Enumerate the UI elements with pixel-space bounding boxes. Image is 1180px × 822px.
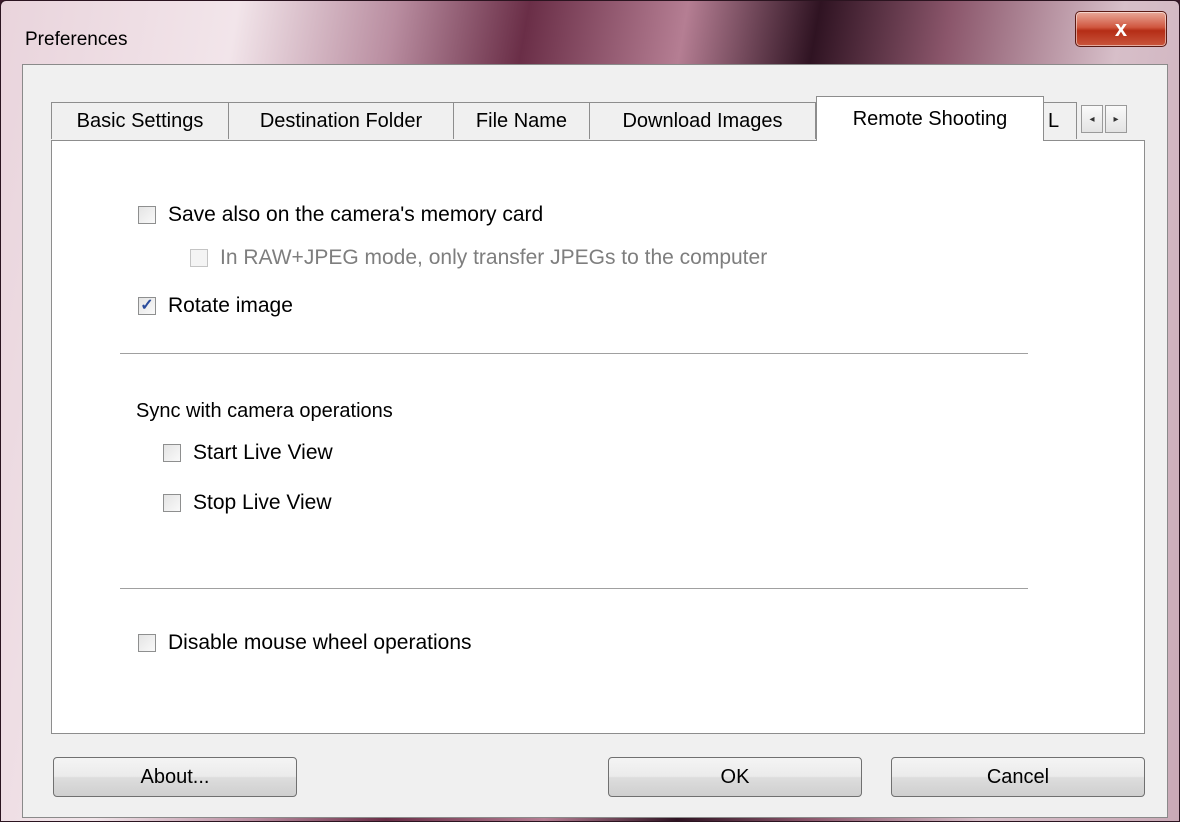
tab-label: Basic Settings xyxy=(76,109,204,132)
checkmark-icon: ✓ xyxy=(140,297,154,314)
close-button[interactable]: x xyxy=(1075,11,1167,47)
stop-live-view-option[interactable]: Stop Live View xyxy=(163,491,332,515)
rotate-image-label: Rotate image xyxy=(168,294,293,317)
raw-jpeg-only-checkbox xyxy=(190,249,208,267)
sync-section-label: Sync with camera operations xyxy=(136,400,393,422)
start-live-view-label: Start Live View xyxy=(193,441,333,464)
disable-mouse-wheel-label: Disable mouse wheel operations xyxy=(168,631,472,654)
title-bar[interactable]: Preferences x xyxy=(1,1,1179,63)
cancel-button-label: Cancel xyxy=(986,765,1050,788)
rotate-image-option[interactable]: ✓ Rotate image xyxy=(138,294,293,318)
disable-mouse-wheel-option[interactable]: Disable mouse wheel operations xyxy=(138,631,472,655)
tab-scroll-buttons: ◂ ▸ xyxy=(1081,105,1127,133)
arrow-right-icon: ▸ xyxy=(1113,113,1119,125)
raw-jpeg-only-option: In RAW+JPEG mode, only transfer JPEGs to… xyxy=(190,246,767,270)
tab-download-images[interactable]: Download Images xyxy=(589,102,816,139)
raw-jpeg-only-label: In RAW+JPEG mode, only transfer JPEGs to… xyxy=(220,246,768,269)
tab-destination-folder[interactable]: Destination Folder xyxy=(228,102,454,139)
remote-shooting-panel: Save also on the camera's memory card In… xyxy=(51,140,1145,734)
tab-label: Destination Folder xyxy=(259,109,423,132)
stop-live-view-checkbox[interactable] xyxy=(163,494,181,512)
save-on-card-option[interactable]: Save also on the camera's memory card xyxy=(138,203,543,227)
tab-basic-settings[interactable]: Basic Settings xyxy=(51,102,229,139)
preferences-window: Preferences x Basic Settings Destination… xyxy=(0,0,1180,822)
separator xyxy=(120,588,1028,590)
disable-mouse-wheel-checkbox[interactable] xyxy=(138,634,156,652)
about-button-label: About... xyxy=(140,765,210,788)
tab-label: L xyxy=(1048,109,1060,132)
rotate-image-checkbox[interactable]: ✓ xyxy=(138,297,156,315)
dialog-client-area: Basic Settings Destination Folder File N… xyxy=(22,64,1168,818)
arrow-left-icon: ◂ xyxy=(1089,113,1095,125)
close-icon: x xyxy=(1114,16,1128,41)
tab-file-name[interactable]: File Name xyxy=(453,102,590,139)
tab-label: Download Images xyxy=(622,109,783,132)
tab-scroll-right-button[interactable]: ▸ xyxy=(1105,105,1127,133)
tab-scroll-left-button[interactable]: ◂ xyxy=(1081,105,1103,133)
window-title: Preferences xyxy=(25,29,128,50)
start-live-view-option[interactable]: Start Live View xyxy=(163,441,333,465)
tab-label: File Name xyxy=(475,109,568,132)
save-on-card-label: Save also on the camera's memory card xyxy=(168,203,544,226)
cancel-button[interactable]: Cancel xyxy=(891,757,1145,797)
tab-label: Remote Shooting xyxy=(852,107,1008,130)
save-on-card-checkbox[interactable] xyxy=(138,206,156,224)
separator xyxy=(120,353,1028,355)
tab-strip: Basic Settings Destination Folder File N… xyxy=(51,96,1145,141)
tab-truncated[interactable]: L xyxy=(1043,102,1077,139)
start-live-view-checkbox[interactable] xyxy=(163,444,181,462)
about-button[interactable]: About... xyxy=(53,757,297,797)
tab-remote-shooting[interactable]: Remote Shooting xyxy=(816,96,1044,141)
ok-button[interactable]: OK xyxy=(608,757,862,797)
stop-live-view-label: Stop Live View xyxy=(193,491,332,514)
ok-button-label: OK xyxy=(720,765,750,788)
